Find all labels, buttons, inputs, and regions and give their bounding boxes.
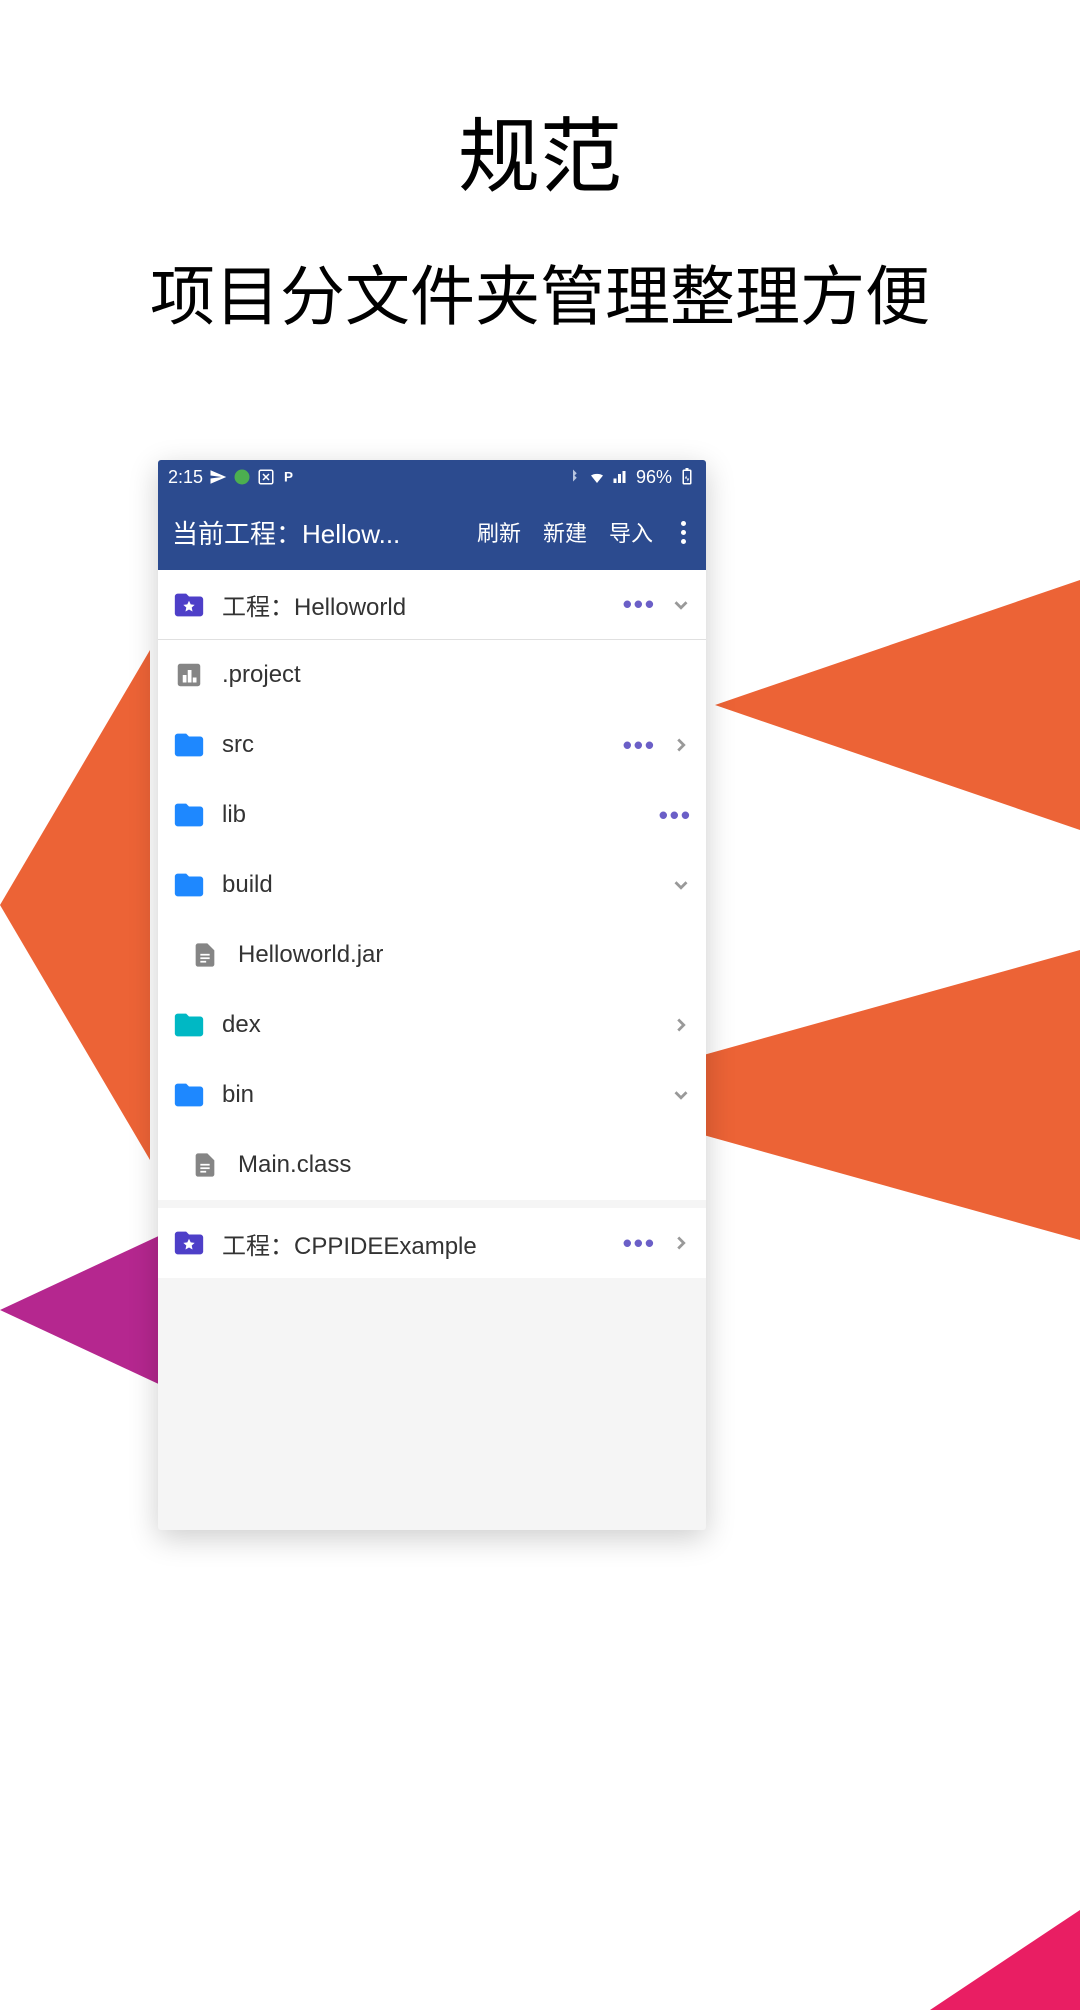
folder-icon <box>172 1008 206 1042</box>
chevron-right-icon[interactable] <box>670 1014 692 1036</box>
file-row[interactable]: Main.class <box>158 1130 706 1200</box>
decoration-shape <box>0 650 150 1160</box>
folder-icon <box>172 1078 206 1112</box>
phone-screenshot: 2:15 P 96% 当前工程：Hellow... 刷新 新建 导入 <box>158 460 706 1530</box>
folder-icon <box>172 728 206 762</box>
chevron-right-icon[interactable] <box>670 734 692 756</box>
wifi-icon <box>588 468 606 486</box>
divider <box>158 1200 706 1208</box>
close-box-icon <box>257 468 275 486</box>
project-row[interactable]: 工程：CPPIDEExample ••• <box>158 1208 706 1278</box>
project-folder-icon <box>172 1226 206 1260</box>
file-icon <box>188 1148 222 1182</box>
signal-icon <box>612 468 630 486</box>
send-icon <box>209 468 227 486</box>
project-label: 工程：CPPIDEExample <box>222 1226 623 1261</box>
project-folder-icon <box>172 588 206 622</box>
folder-icon <box>172 798 206 832</box>
statusbar-time: 2:15 <box>168 467 203 488</box>
file-row[interactable]: Helloworld.jar <box>158 920 706 990</box>
statusbar-battery: 96% <box>636 467 672 488</box>
folder-label: build <box>222 871 670 899</box>
battery-icon <box>678 468 696 486</box>
page-title: 规范 <box>0 90 1080 209</box>
chevron-down-icon[interactable] <box>670 594 692 616</box>
page-subtitle: 项目分文件夹管理整理方便 <box>0 244 1080 338</box>
appbar: 当前工程：Hellow... 刷新 新建 导入 <box>158 494 706 570</box>
folder-label: lib <box>222 801 659 829</box>
alarm-icon <box>233 468 251 486</box>
folder-row[interactable]: bin <box>158 1060 706 1130</box>
file-tree: 工程：Helloworld ••• .project src ••• <box>158 570 706 1200</box>
chevron-right-icon[interactable] <box>670 1232 692 1254</box>
decoration-shape <box>930 1910 1080 2010</box>
folder-label: src <box>222 731 623 759</box>
decoration-shape <box>715 580 1080 830</box>
svg-text:P: P <box>284 470 293 485</box>
folder-row[interactable]: src ••• <box>158 710 706 780</box>
project-row[interactable]: 工程：Helloworld ••• <box>158 570 706 640</box>
file-label: Main.class <box>238 1151 692 1179</box>
more-dots-icon[interactable]: ••• <box>659 800 692 831</box>
import-button[interactable]: 导入 <box>609 516 653 548</box>
bluetooth-icon <box>564 468 582 486</box>
more-dots-icon[interactable]: ••• <box>623 1228 656 1259</box>
file-label: .project <box>222 661 692 689</box>
file-row[interactable]: .project <box>158 640 706 710</box>
chevron-down-icon[interactable] <box>670 1084 692 1106</box>
file-label: Helloworld.jar <box>238 941 692 969</box>
more-menu-icon[interactable] <box>675 521 692 544</box>
new-button[interactable]: 新建 <box>543 516 587 548</box>
project-label: 工程：Helloworld <box>222 587 623 622</box>
file-icon <box>188 938 222 972</box>
folder-label: bin <box>222 1081 670 1109</box>
more-dots-icon[interactable]: ••• <box>623 730 656 761</box>
folder-icon <box>172 868 206 902</box>
p-icon: P <box>281 468 299 486</box>
folder-row[interactable]: lib ••• <box>158 780 706 850</box>
chevron-down-icon[interactable] <box>670 874 692 896</box>
folder-row[interactable]: dex <box>158 990 706 1060</box>
folder-row[interactable]: build <box>158 850 706 920</box>
appbar-title: 当前工程：Hellow... <box>172 514 477 551</box>
more-dots-icon[interactable]: ••• <box>623 589 656 620</box>
chart-file-icon <box>172 658 206 692</box>
statusbar: 2:15 P 96% <box>158 460 706 494</box>
refresh-button[interactable]: 刷新 <box>477 516 521 548</box>
folder-label: dex <box>222 1011 670 1039</box>
